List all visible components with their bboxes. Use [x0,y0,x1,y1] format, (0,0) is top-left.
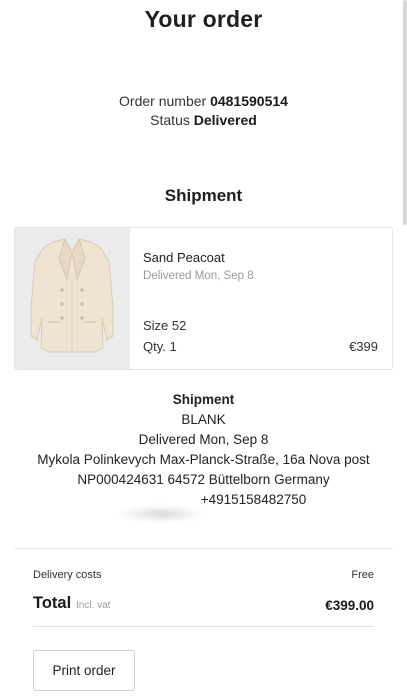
order-number-row: Order number 0481590514 [0,92,407,111]
delivery-costs-label: Delivery costs [33,569,102,581]
shipment-carrier: BLANK [181,412,226,427]
order-status-row: Status Delivered [0,111,407,130]
product-size: Size 52 [143,318,187,333]
product-delivered-date: Delivered Mon, Sep 8 [143,270,254,282]
order-status-label: Status [150,112,190,128]
shipment-heading: Shipment [164,186,243,205]
print-order-button[interactable]: Print order [33,650,135,691]
divider [33,626,374,627]
total-value: €399.00 [325,598,374,613]
product-price: €399 [349,339,378,354]
order-status: Delivered [193,112,257,128]
total-vat-note: Incl. vat [76,600,111,611]
order-number: 0481590514 [210,93,288,109]
shipment-delivered-date: Delivered Mon, Sep 8 [138,432,269,447]
shipment-address-line1: Mykola Polinkevych Max-Planck-Straße, 16… [37,452,370,467]
product-card[interactable]: Sand Peacoat Delivered Mon, Sep 8 Size 5… [14,227,393,370]
order-number-label: Order number [119,93,207,109]
product-quantity: Qty. 1 [143,339,177,354]
page-title: Your order [144,6,263,32]
shipment-phone: +4915158482750 [200,492,307,507]
product-name[interactable]: Sand Peacoat [143,250,225,265]
shipment-details: Shipment BLANK Delivered Mon, Sep 8 Myko… [0,390,407,510]
divider [14,548,393,549]
shipment-label: Shipment [172,392,235,407]
peacoat-image[interactable] [15,228,130,369]
total-label: Total [33,594,72,612]
redacted-name-blur [118,506,204,522]
shipment-address-line2: NP000424631 64572 Büttelborn Germany [77,472,330,487]
delivery-costs-value: Free [351,569,374,581]
order-info: Order number 0481590514 Status Delivered [0,92,407,130]
